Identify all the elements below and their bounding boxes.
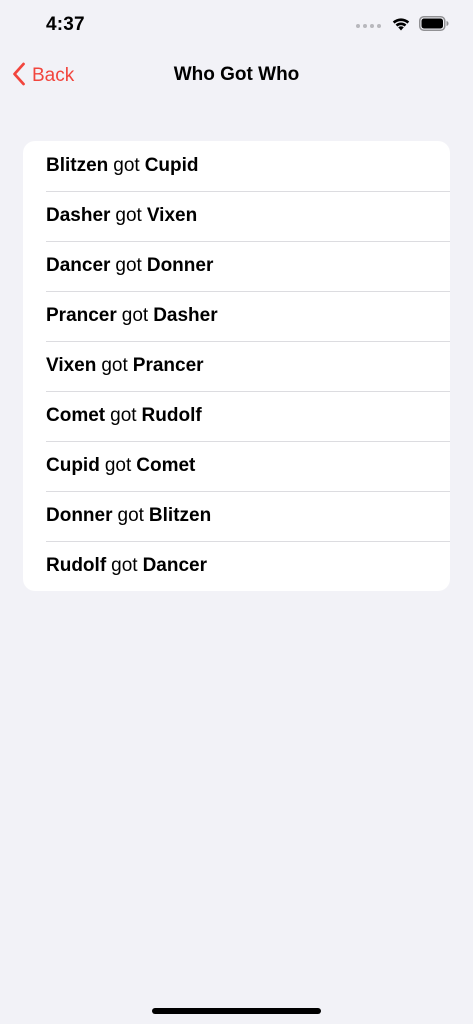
connector-text: got [110, 405, 137, 426]
connector-text: got [113, 155, 140, 176]
giver-name: Dancer [46, 255, 111, 276]
receiver-name: Vixen [146, 205, 198, 226]
connector-text: got [115, 255, 142, 276]
connector-text: got [121, 305, 149, 326]
receiver-name: Donner [146, 255, 214, 276]
status-icons [356, 16, 449, 36]
list-item: Comet got Rudolf [23, 391, 450, 441]
home-indicator[interactable] [152, 1008, 321, 1014]
list-item: Dasher got Vixen [23, 191, 450, 241]
giver-name: Cupid [46, 455, 100, 476]
giver-name: Prancer [46, 305, 117, 326]
battery-icon [419, 16, 449, 36]
page-title: Who Got Who [173, 64, 300, 85]
list-item: Blitzen got Cupid [23, 141, 450, 191]
giver-name: Donner [46, 505, 113, 526]
list-item: Vixen got Prancer [23, 341, 450, 391]
nav-bar: Back Who Got Who [0, 52, 473, 100]
receiver-name: Comet [136, 455, 196, 476]
connector-text: got [115, 205, 142, 226]
connector-text: got [117, 505, 144, 526]
status-time: 4:37 [46, 14, 85, 35]
receiver-name: Dasher [153, 305, 218, 326]
receiver-name: Rudolf [141, 405, 202, 426]
list-item: Donner got Blitzen [23, 491, 450, 541]
list-item: Prancer got Dasher [23, 291, 450, 341]
connector-text: got [104, 455, 132, 476]
receiver-name: Cupid [144, 155, 199, 176]
pairings-list: Blitzen got Cupid Dasher got Vixen Dance… [23, 141, 450, 591]
connector-text: got [101, 355, 128, 376]
giver-name: Rudolf [46, 555, 107, 576]
list-item: Dancer got Donner [23, 241, 450, 291]
signal-icon [356, 24, 381, 28]
receiver-name: Prancer [132, 355, 204, 376]
wifi-icon [391, 16, 411, 36]
receiver-name: Blitzen [148, 505, 212, 526]
list-item: Rudolf got Dancer [23, 541, 450, 591]
receiver-name: Dancer [142, 555, 207, 576]
giver-name: Blitzen [46, 155, 109, 176]
giver-name: Dasher [46, 205, 111, 226]
status-bar: 4:37 [0, 0, 473, 50]
giver-name: Vixen [46, 355, 97, 376]
giver-name: Comet [46, 405, 106, 426]
connector-text: got [111, 555, 138, 576]
list-item: Cupid got Comet [23, 441, 450, 491]
